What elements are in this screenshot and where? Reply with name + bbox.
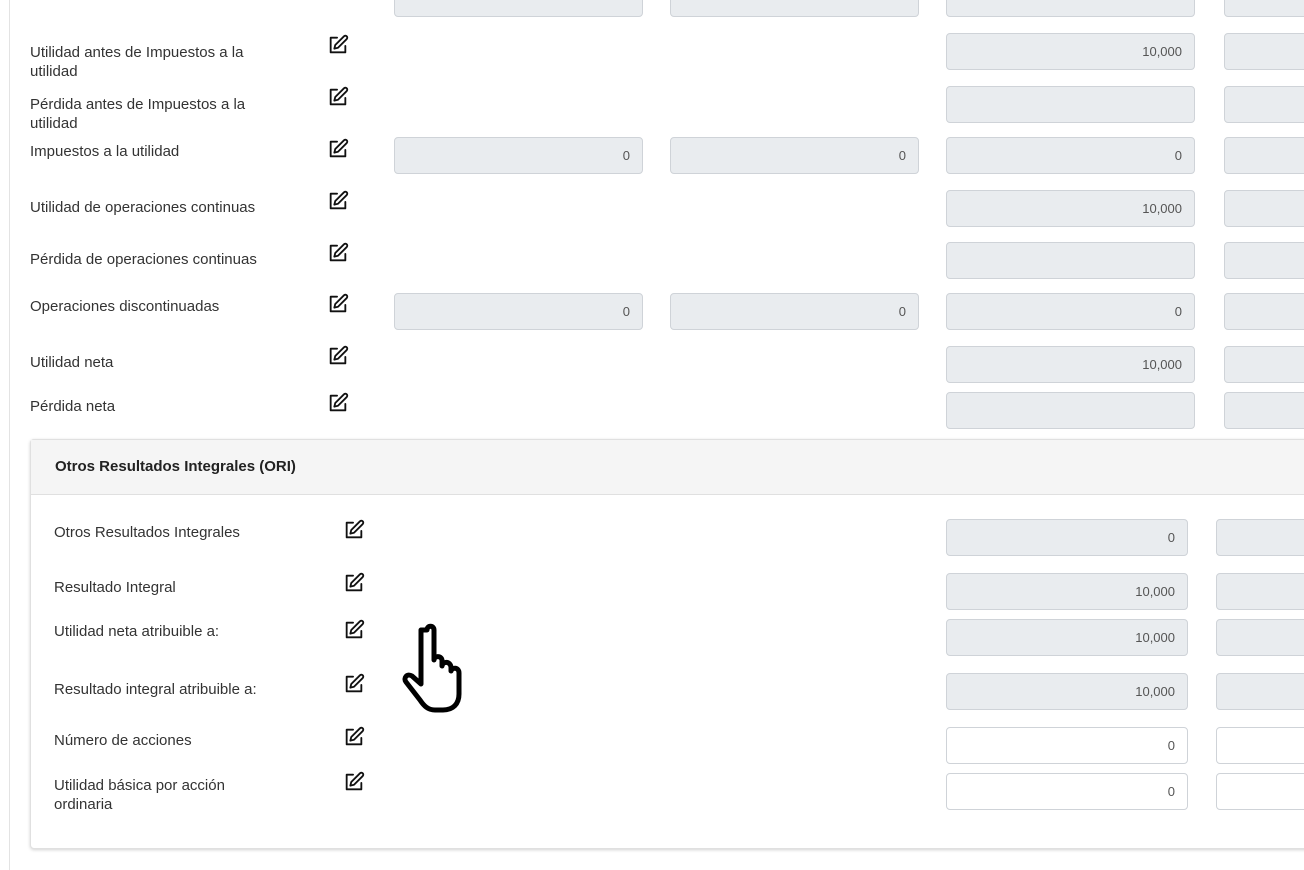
top-partial-field-3 bbox=[946, 0, 1195, 17]
row-label: Impuestos a la utilidad bbox=[30, 143, 180, 160]
ori-value-field: 0 bbox=[946, 519, 1188, 556]
edit-pencil-icon[interactable] bbox=[343, 619, 365, 641]
value-field: 10,000 bbox=[946, 33, 1195, 70]
ori-card-title: Otros Resultados Integrales (ORI) bbox=[55, 458, 296, 475]
edit-pencil-icon[interactable] bbox=[343, 726, 365, 748]
ori-row-label: Resultado Integral bbox=[54, 579, 176, 596]
value-field-next-col bbox=[1224, 242, 1304, 279]
top-partial-field-2 bbox=[670, 0, 919, 17]
ori-value-field-next-col bbox=[1216, 619, 1304, 656]
ori-value-field: 10,000 bbox=[946, 673, 1188, 710]
edit-pencil-icon[interactable] bbox=[327, 34, 349, 56]
edit-pencil-icon[interactable] bbox=[343, 771, 365, 793]
value-field-next-col bbox=[1224, 137, 1304, 174]
value-field: 0 bbox=[946, 293, 1195, 330]
value-field: 10,000 bbox=[946, 190, 1195, 227]
value-field: 0 bbox=[670, 137, 919, 174]
edit-pencil-icon[interactable] bbox=[327, 392, 349, 414]
edit-pencil-icon[interactable] bbox=[327, 293, 349, 315]
basic-eps-input-next-col[interactable] bbox=[1216, 773, 1304, 810]
value-field-next-col bbox=[1224, 33, 1304, 70]
row-label: Pérdida de operaciones continuas bbox=[30, 251, 257, 268]
row-label: Pérdida neta bbox=[30, 398, 116, 415]
ori-value-field: 10,000 bbox=[946, 619, 1188, 656]
ori-row-label: Número de acciones bbox=[54, 732, 192, 749]
value-field-next-col bbox=[1224, 86, 1304, 123]
edit-pencil-icon[interactable] bbox=[327, 242, 349, 264]
value-field: 0 bbox=[670, 293, 919, 330]
edit-pencil-icon[interactable] bbox=[327, 138, 349, 160]
ori-row-label: Utilidad neta atribuible a: bbox=[54, 623, 220, 640]
value-field: 10,000 bbox=[946, 346, 1195, 383]
edit-pencil-icon[interactable] bbox=[343, 519, 365, 541]
edit-pencil-icon[interactable] bbox=[327, 86, 349, 108]
value-field bbox=[946, 392, 1195, 429]
value-field-next-col bbox=[1224, 346, 1304, 383]
edit-pencil-icon[interactable] bbox=[343, 673, 365, 695]
edit-pencil-icon[interactable] bbox=[327, 345, 349, 367]
value-field: 0 bbox=[946, 137, 1195, 174]
row-label: Utilidad antes de Impuestos a la utilida… bbox=[30, 44, 244, 80]
basic-eps-input[interactable]: 0 bbox=[946, 773, 1188, 810]
ori-value-field: 10,000 bbox=[946, 573, 1188, 610]
value-field: 0 bbox=[394, 293, 643, 330]
row-label: Utilidad neta bbox=[30, 354, 114, 371]
ori-card-header: Otros Resultados Integrales (ORI) bbox=[31, 440, 1304, 495]
top-partial-field-4 bbox=[1224, 0, 1304, 17]
top-partial-field-1 bbox=[394, 0, 643, 17]
row-label: Utilidad de operaciones continuas bbox=[30, 199, 256, 216]
ori-value-field-next-col bbox=[1216, 519, 1304, 556]
value-field-next-col bbox=[1224, 392, 1304, 429]
ori-row-label: Utilidad básica por acción ordinaria bbox=[54, 777, 225, 813]
value-field: 0 bbox=[394, 137, 643, 174]
value-field-next-col bbox=[1224, 190, 1304, 227]
ori-row-label: Resultado integral atribuible a: bbox=[54, 681, 257, 698]
edit-pencil-icon[interactable] bbox=[343, 572, 365, 594]
page-left-border bbox=[9, 0, 10, 870]
ori-row-label: Otros Resultados Integrales bbox=[54, 524, 240, 541]
ori-value-field-next-col bbox=[1216, 673, 1304, 710]
shares-count-input-next-col[interactable] bbox=[1216, 727, 1304, 764]
value-field bbox=[946, 86, 1195, 123]
ori-value-field-next-col bbox=[1216, 573, 1304, 610]
edit-pencil-icon[interactable] bbox=[327, 190, 349, 212]
row-label: Operaciones discontinuadas bbox=[30, 298, 220, 315]
value-field bbox=[946, 242, 1195, 279]
shares-count-input[interactable]: 0 bbox=[946, 727, 1188, 764]
value-field-next-col bbox=[1224, 293, 1304, 330]
row-label: Pérdida antes de Impuestos a la utilidad bbox=[30, 96, 246, 132]
